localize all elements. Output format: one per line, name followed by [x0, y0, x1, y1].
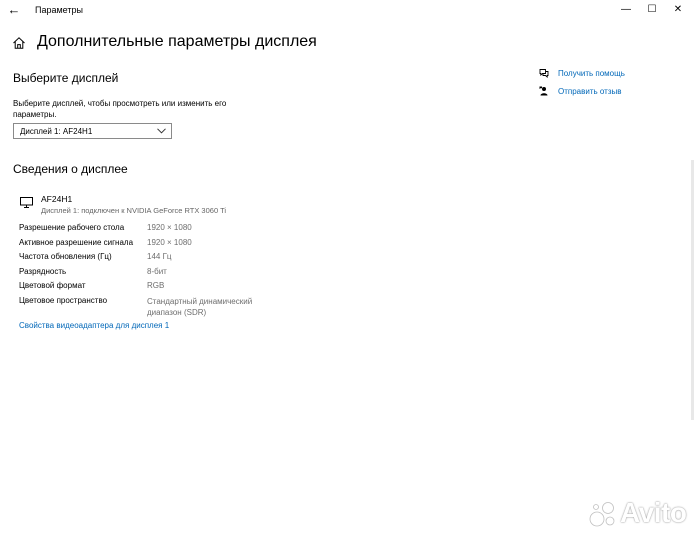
home-icon[interactable] [12, 36, 26, 50]
bit-depth-value: 8-бит [147, 267, 167, 276]
refresh-rate-label: Частота обновления (Гц) [19, 252, 112, 261]
adapter-properties-link[interactable]: Свойства видеоадаптера для дисплея 1 [19, 321, 169, 330]
close-button[interactable]: ✕ [667, 1, 689, 19]
refresh-rate-value: 144 Гц [147, 252, 172, 261]
active-signal-resolution-label: Активное разрешение сигнала [19, 238, 134, 247]
avito-watermark: Avito [588, 497, 688, 533]
desktop-resolution-value: 1920 × 1080 [147, 223, 192, 232]
minimize-button[interactable]: — [615, 1, 637, 19]
window-title: Параметры [35, 5, 83, 15]
help-icon [539, 69, 549, 78]
select-display-heading: Выберите дисплей [13, 71, 119, 85]
bit-depth-label: Разрядность [19, 267, 67, 276]
monitor-icon [20, 197, 33, 208]
page-title: Дополнительные параметры дисплея [37, 33, 317, 50]
avito-watermark-text: Avito [620, 497, 687, 528]
color-space-value: Стандартный динамический диапазон (SDR) [147, 297, 253, 317]
send-feedback-link[interactable]: Отправить отзыв [558, 87, 622, 96]
monitor-connection: Дисплей 1: подключен к NVIDIA GeForce RT… [41, 206, 227, 215]
select-display-description: Выберите дисплей, чтобы просмотреть или … [13, 99, 227, 119]
get-help-link[interactable]: Получить помощь [558, 69, 625, 78]
back-button[interactable]: ← [6, 2, 22, 18]
color-space-label: Цветовое пространство [19, 296, 108, 305]
feedback-icon [539, 86, 548, 96]
active-signal-resolution-value: 1920 × 1080 [147, 238, 192, 247]
color-format-label: Цветовой формат [19, 281, 86, 290]
display-info-heading: Сведения о дисплее [13, 162, 128, 176]
display-dropdown[interactable]: Дисплей 1: AF24H1 [13, 123, 172, 139]
color-format-value: RGB [147, 281, 165, 290]
chevron-down-icon [157, 128, 166, 134]
display-dropdown-value: Дисплей 1: AF24H1 [20, 127, 93, 136]
title-bar: ← Параметры — ☐ ✕ [0, 0, 694, 20]
maximize-button[interactable]: ☐ [641, 1, 663, 19]
avito-logo-icon [589, 502, 615, 527]
monitor-name: AF24H1 [41, 194, 73, 204]
desktop-resolution-label: Разрешение рабочего стола [19, 223, 125, 232]
